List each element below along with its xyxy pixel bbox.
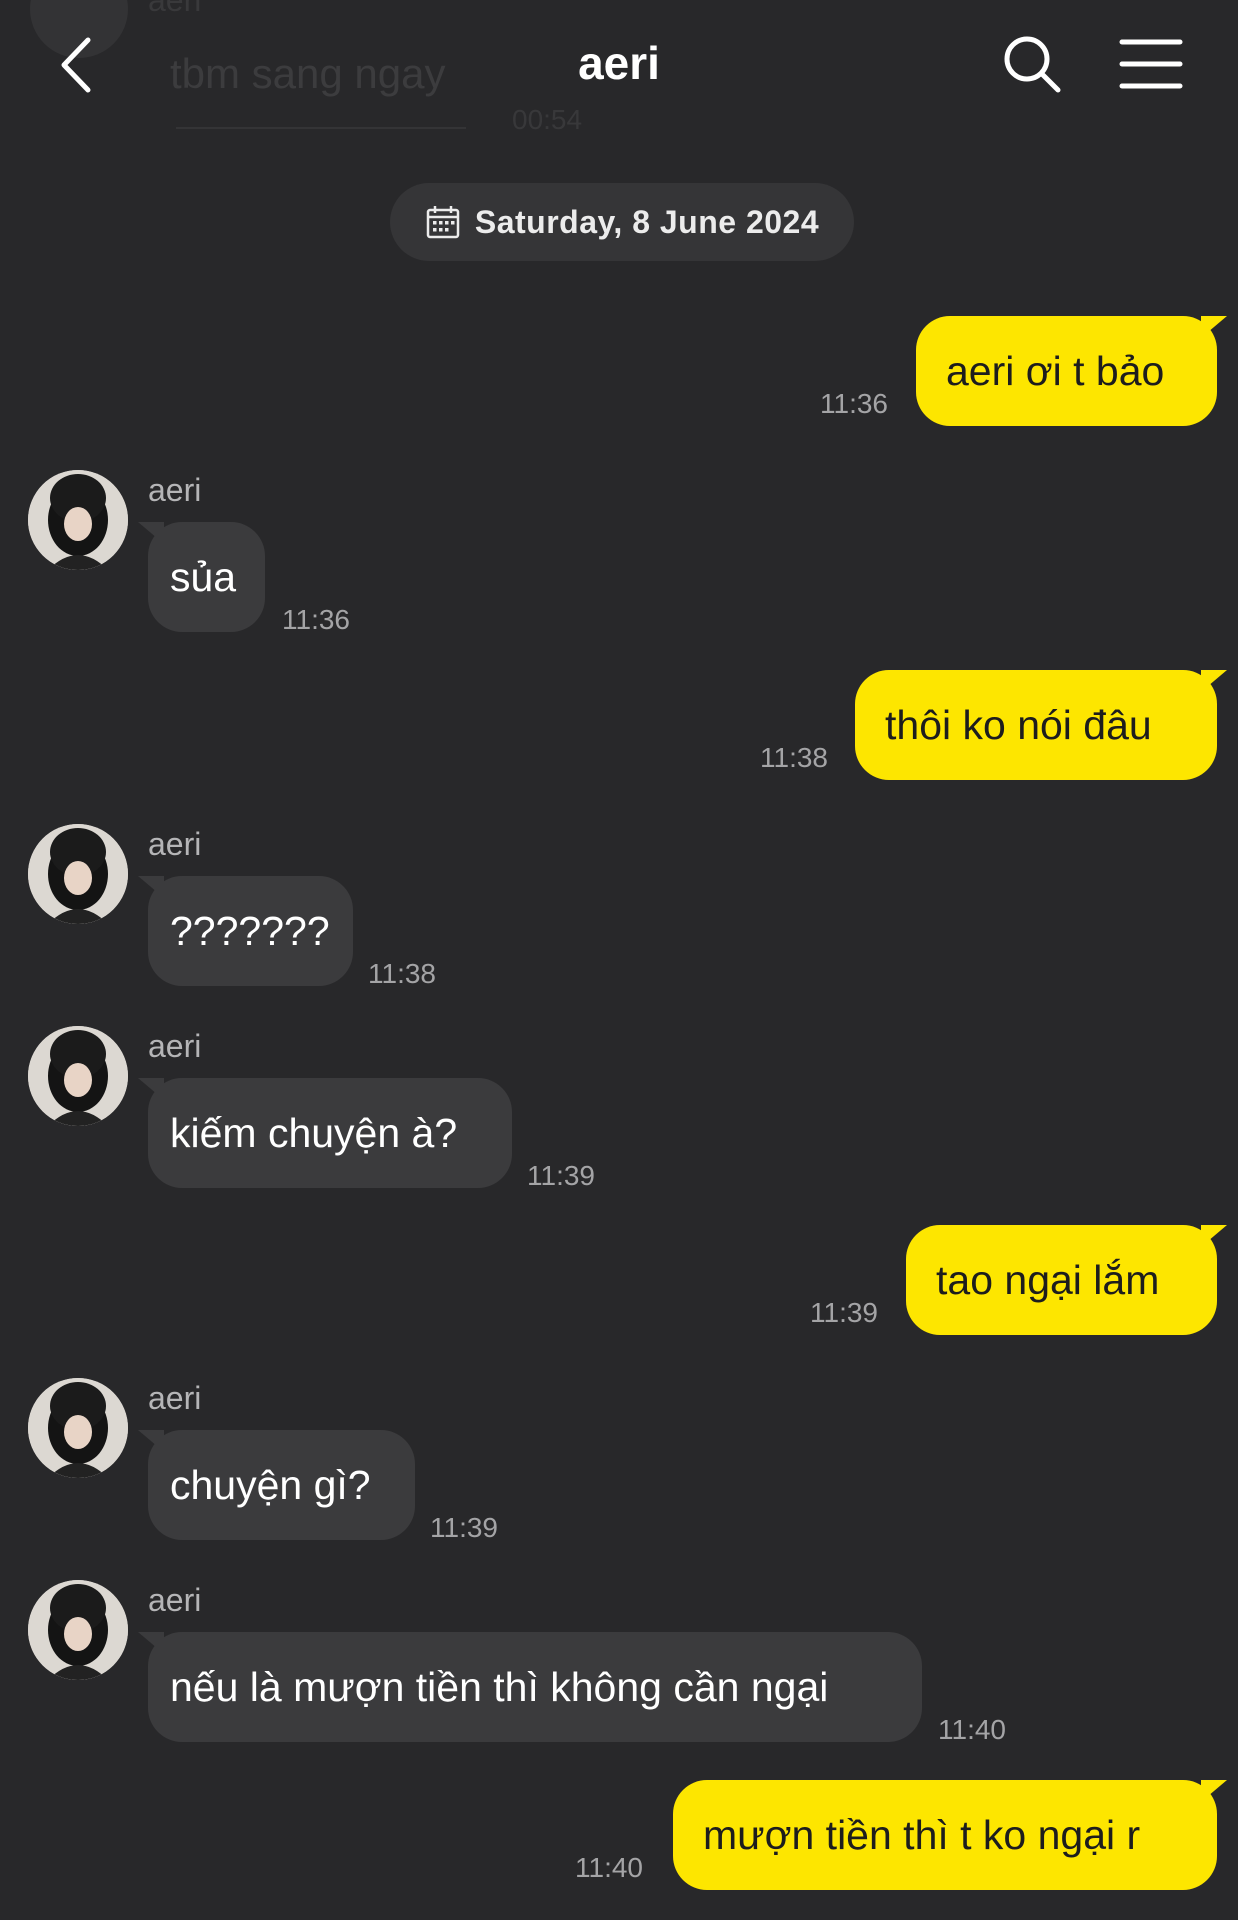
incoming-message-bubble[interactable]: ???????	[138, 876, 353, 986]
incoming-message-bubble[interactable]: sủa	[138, 522, 265, 632]
sender-name: aeri	[148, 1380, 202, 1416]
incoming-message-bubble[interactable]: chuyện gì?	[138, 1430, 415, 1540]
message-time: 11:39	[810, 1297, 878, 1328]
sender-name: aeri	[148, 472, 202, 508]
message-time: 11:36	[820, 388, 888, 419]
incoming-message-bubble[interactable]: nếu là mượn tiền thì không cần ngại	[138, 1632, 922, 1742]
scrolled-sender-name: aeri	[148, 0, 202, 18]
chat-header: aeri tbm sang ngay 00:54 aeri	[0, 0, 1238, 135]
avatar-photo	[28, 1026, 128, 1126]
date-label: Saturday, 8 June 2024	[474, 203, 820, 240]
sender-name: aeri	[148, 1028, 202, 1064]
outgoing-message-bubble[interactable]: tao ngại lắm	[906, 1225, 1227, 1335]
message-text: thôi ko nói đâu	[885, 701, 1152, 748]
avatar-photo	[28, 824, 128, 924]
outgoing-message-bubble[interactable]: aeri ơi t bảo	[916, 316, 1227, 426]
search-button[interactable]	[1000, 32, 1066, 98]
hamburger-menu-icon	[1119, 39, 1183, 89]
search-icon	[1004, 36, 1061, 93]
avatar[interactable]	[28, 1378, 128, 1478]
message-text: tao ngại lắm	[936, 1256, 1160, 1303]
outgoing-message-bubble[interactable]: mượn tiền thì t ko ngại r	[673, 1780, 1227, 1890]
message-text: ???????	[170, 907, 330, 954]
message-time: 11:36	[282, 604, 350, 635]
message-text: aeri ơi t bảo	[946, 347, 1165, 394]
scrolled-message-time: 00:54	[512, 104, 583, 135]
avatar-photo	[28, 470, 128, 570]
chevron-left-icon	[61, 37, 91, 93]
scrolled-divider	[176, 127, 466, 129]
message-time: 11:40	[575, 1852, 643, 1883]
sender-name: aeri	[148, 1582, 202, 1618]
message-text: mượn tiền thì t ko ngại r	[703, 1811, 1141, 1858]
message-time: 11:39	[527, 1160, 595, 1191]
avatar[interactable]	[28, 470, 128, 570]
message-text: nếu là mượn tiền thì không cần ngại	[170, 1663, 829, 1710]
avatar[interactable]	[28, 1580, 128, 1680]
message-time: 11:38	[368, 958, 436, 989]
avatar[interactable]	[28, 824, 128, 924]
message-text: chuyện gì?	[170, 1461, 371, 1508]
message-time: 11:38	[760, 742, 828, 773]
back-button[interactable]	[50, 30, 110, 100]
avatar-photo	[28, 1580, 128, 1680]
calendar-icon	[426, 206, 460, 239]
message-time: 11:39	[430, 1512, 498, 1543]
avatar[interactable]	[28, 1026, 128, 1126]
avatar-photo	[28, 1378, 128, 1478]
message-time: 11:40	[938, 1714, 1006, 1745]
scrolled-message-text: tbm sang ngay	[170, 50, 446, 97]
menu-button[interactable]	[1118, 34, 1184, 94]
outgoing-message-bubble[interactable]: thôi ko nói đâu	[855, 670, 1227, 780]
message-text: kiếm chuyện à?	[170, 1109, 458, 1156]
incoming-message-bubble[interactable]: kiếm chuyện à?	[138, 1078, 512, 1188]
message-text: sủa	[170, 553, 237, 600]
date-separator: Saturday, 8 June 2024	[390, 183, 854, 261]
sender-name: aeri	[148, 826, 202, 862]
